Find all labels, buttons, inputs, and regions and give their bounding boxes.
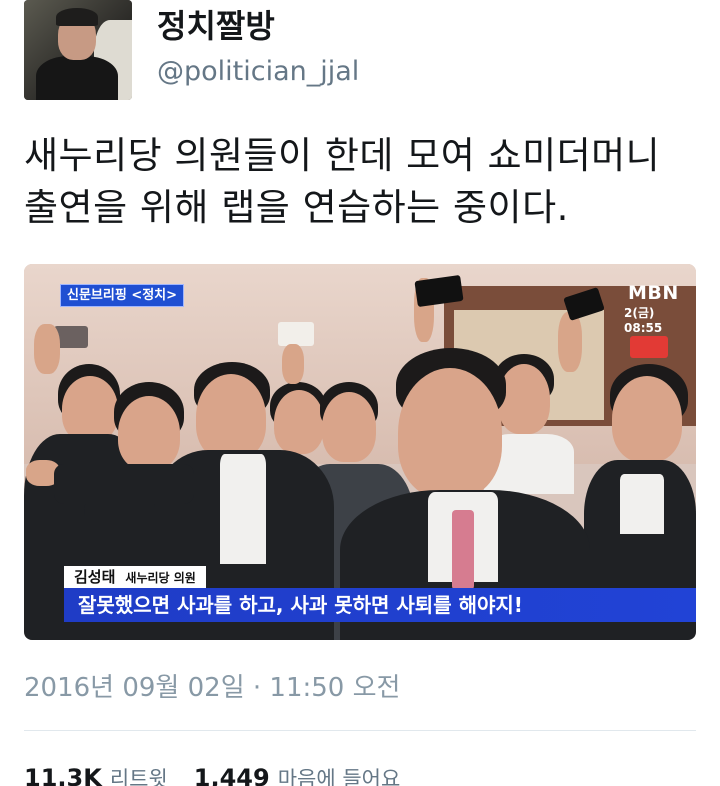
tweet-text: 새누리당 의원들이 한데 모여 쇼미더머니 출연을 위해 랩을 연습하는 중이다…	[24, 130, 696, 234]
tweet-stats: 11.3K 리트윗 1,449 마음에 들어요	[24, 760, 400, 786]
tweet-media-image[interactable]: 신문브리핑 <정치> MBN 2(금) 08:55 김성태 새누리당 의원 잘못했…	[24, 264, 696, 640]
display-name[interactable]: 정치짤방	[157, 6, 275, 46]
broadcast-time: 2(금) 08:55	[624, 306, 663, 335]
tweet-text-line-2: 출연을 위해 랩을 연습하는 중이다.	[24, 186, 569, 229]
divider	[24, 730, 696, 731]
avatar[interactable]	[24, 0, 132, 100]
user-handle[interactable]: @politician_jjal	[157, 54, 359, 90]
retweet-count: 11.3K	[24, 764, 102, 786]
program-label: 신문브리핑 <정치>	[60, 284, 185, 307]
tweet-header: 정치짤방 @politician_jjal	[24, 0, 696, 104]
tweet-text-line-1: 새누리당 의원들이 한데 모여 쇼미더머니	[24, 134, 661, 177]
like-stat[interactable]: 1,449 마음에 들어요	[194, 764, 401, 786]
like-label: 마음에 들어요	[277, 767, 401, 786]
retweet-stat[interactable]: 11.3K 리트윗	[24, 764, 168, 786]
speaker-nameplate: 김성태 새누리당 의원	[64, 566, 206, 588]
speaker-name: 김성태	[74, 568, 116, 586]
caption-quote: 잘못했으면 사과를 하고, 사과 못하면 사퇴를 해야지!	[64, 588, 696, 622]
like-count: 1,449	[193, 764, 270, 786]
retweet-label: 리트윗	[109, 767, 168, 786]
speaker-role: 새누리당 의원	[125, 571, 196, 585]
channel-logo: MBN	[628, 282, 679, 304]
tweet-timestamp[interactable]: 2016년 09월 02일 · 11:50 오전	[24, 670, 400, 706]
